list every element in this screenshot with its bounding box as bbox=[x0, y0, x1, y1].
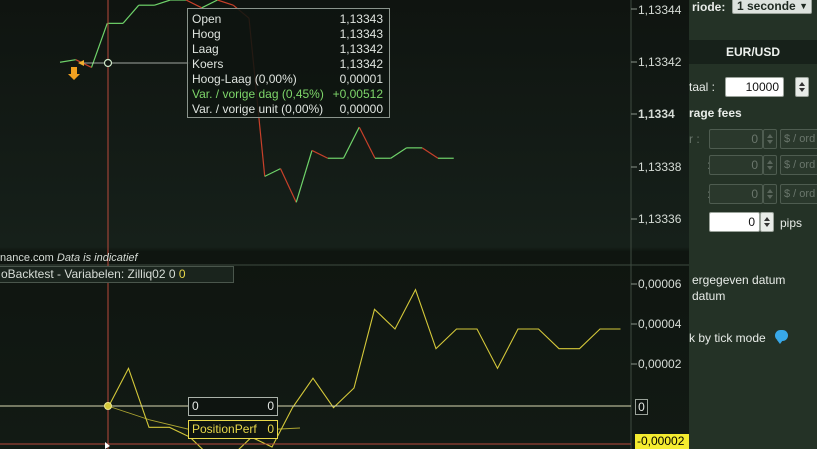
fee-stepper[interactable] bbox=[763, 129, 777, 149]
fee-unit-select[interactable]: $ / ord bbox=[780, 129, 817, 149]
indicator-line bbox=[107, 288, 621, 449]
pips-input[interactable]: 0 bbox=[709, 212, 760, 232]
tooltip-row-open: Open 1,13343 bbox=[192, 12, 385, 27]
indicator-tick-label: 0,00002 bbox=[638, 357, 682, 371]
price-segment bbox=[154, 0, 171, 6]
source-note: Data is indicatief bbox=[56, 252, 138, 264]
source-domain: nance.com bbox=[0, 252, 54, 264]
fee-unit-select[interactable]: $ / ord bbox=[780, 155, 817, 175]
tooltip-label: Var. / vorige unit (0,00%) bbox=[192, 102, 324, 116]
tooltip-label: Open bbox=[192, 12, 222, 26]
indicator-panel-title: oBacktest - Variabelen: Zilliq02 bbox=[1, 267, 166, 281]
tooltip-row-high: Hoog 1,13343 bbox=[192, 27, 385, 42]
chart-area[interactable]: 1,13344 1,13342 1,1334 1,13338 1,13336 0… bbox=[0, 0, 689, 449]
axis-zero-marker: 0 bbox=[635, 399, 648, 415]
fees-label: rage fees bbox=[689, 106, 742, 120]
date-option-given[interactable]: ergegeven datum bbox=[692, 273, 785, 287]
date-option-date[interactable]: datum bbox=[692, 289, 725, 303]
tooltip-value: 0,00000 bbox=[339, 102, 383, 116]
price-segment bbox=[264, 168, 281, 177]
indicator-panel-value-yellow: 0 bbox=[178, 267, 186, 281]
price-tick-label: 1,13344 bbox=[638, 3, 682, 17]
price-tick-label: 1,13338 bbox=[638, 160, 682, 174]
period-value: 1 seconde bbox=[737, 0, 796, 13]
fee-input[interactable]: 0 bbox=[709, 129, 763, 149]
chevron-down-icon: ▼ bbox=[799, 1, 808, 11]
tooltip-value: 1,13343 bbox=[339, 12, 383, 26]
tooltip-row-low: Laag 1,13342 bbox=[192, 42, 385, 57]
tooltip-row-close: Koers 1,13342 bbox=[192, 57, 385, 72]
series-value-box: PositionPerf 0 bbox=[188, 420, 278, 439]
crosshair-indicator-point bbox=[104, 402, 112, 410]
data-source-line: nance.com Data is indicatief bbox=[0, 252, 138, 264]
price-segment bbox=[279, 168, 297, 203]
tooltip-value: 1,13342 bbox=[339, 42, 383, 56]
price-tick-label: 1,1334 bbox=[638, 107, 675, 121]
fee-input[interactable]: 0 bbox=[709, 155, 763, 175]
indicator-panel-legend[interactable]: oBacktest - Variabelen: Zilliq02 0 0 bbox=[0, 266, 234, 283]
price-tick-label: 1,13342 bbox=[638, 55, 682, 69]
tooltip-row-range: Hoog-Laag (0,00%) 0,00001 bbox=[192, 72, 385, 87]
price-segment bbox=[358, 126, 376, 159]
crosshair-left-value: 0 bbox=[192, 399, 199, 413]
price-tick-label: 1,13336 bbox=[638, 212, 682, 226]
tooltip-label: Var. / vorige dag (0,45%) bbox=[192, 87, 324, 101]
tooltip-row-day-change: Var. / vorige dag (0,45%) +0,00512 bbox=[192, 87, 385, 102]
fee-stepper[interactable] bbox=[763, 155, 777, 175]
period-dropdown[interactable]: 1 seconde ▼ bbox=[732, 0, 812, 14]
price-segment bbox=[185, 0, 203, 9]
chat-bubble-icon[interactable] bbox=[775, 330, 788, 344]
price-segment bbox=[295, 150, 313, 203]
price-segment bbox=[390, 147, 407, 159]
tick-mode-label[interactable]: k by tick mode bbox=[689, 331, 766, 345]
tooltip-label: Laag bbox=[192, 42, 219, 56]
tooltip-value: 1,13343 bbox=[339, 27, 383, 41]
tooltip-label: Hoog-Laag (0,00%) bbox=[192, 72, 297, 86]
fee-stepper[interactable] bbox=[763, 184, 777, 204]
price-segment bbox=[217, 0, 234, 6]
settings-panel: riode: 1 seconde ▼ EUR/USD taal : 10000 … bbox=[689, 0, 817, 449]
indicator-tick-label: 0,00004 bbox=[638, 317, 682, 331]
fee-input[interactable]: 0 bbox=[709, 184, 763, 204]
quantity-label: taal : bbox=[689, 80, 716, 94]
tooltip-label: Hoog bbox=[192, 27, 221, 41]
price-segment bbox=[59, 59, 76, 63]
pips-stepper[interactable] bbox=[760, 212, 774, 232]
pips-label: pips bbox=[780, 216, 803, 230]
crosshair-right-value: 0 bbox=[267, 399, 274, 413]
axis-crosshair-value: -0,00002 bbox=[635, 434, 689, 449]
currency-pair-header: EUR/USD bbox=[689, 40, 817, 64]
tooltip-value: +0,00512 bbox=[332, 87, 383, 101]
fee-label: r : bbox=[689, 132, 700, 146]
series-value: 0 bbox=[267, 422, 274, 436]
crosshair-point bbox=[103, 58, 113, 68]
indicator-tick-label: 0,00006 bbox=[638, 277, 682, 291]
price-segment bbox=[421, 147, 439, 159]
fee-unit-select[interactable]: $ / ord bbox=[780, 184, 817, 204]
quantity-input[interactable]: 10000 bbox=[725, 77, 784, 97]
tooltip-label: Koers bbox=[192, 57, 224, 71]
quantity-stepper[interactable] bbox=[795, 77, 809, 97]
price-segment bbox=[342, 126, 360, 159]
price-segment bbox=[122, 4, 140, 24]
tooltip-value: 1,13342 bbox=[339, 57, 383, 71]
ohlc-tooltip: Open 1,13343 Hoog 1,13343 Laag 1,13342 Koer… bbox=[187, 8, 390, 118]
price-segment bbox=[311, 149, 329, 159]
crosshair-value-box: 0 0 bbox=[188, 397, 278, 416]
indicator-panel-value: 0 bbox=[168, 267, 176, 281]
sell-arrow-icon bbox=[68, 67, 80, 80]
period-label: riode: bbox=[692, 0, 726, 14]
tooltip-row-unit-change: Var. / vorige unit (0,00%) 0,00000 bbox=[192, 102, 385, 117]
price-segment bbox=[201, 0, 218, 9]
tooltip-value: 0,00001 bbox=[339, 72, 383, 86]
series-name: PositionPerf bbox=[192, 422, 257, 436]
